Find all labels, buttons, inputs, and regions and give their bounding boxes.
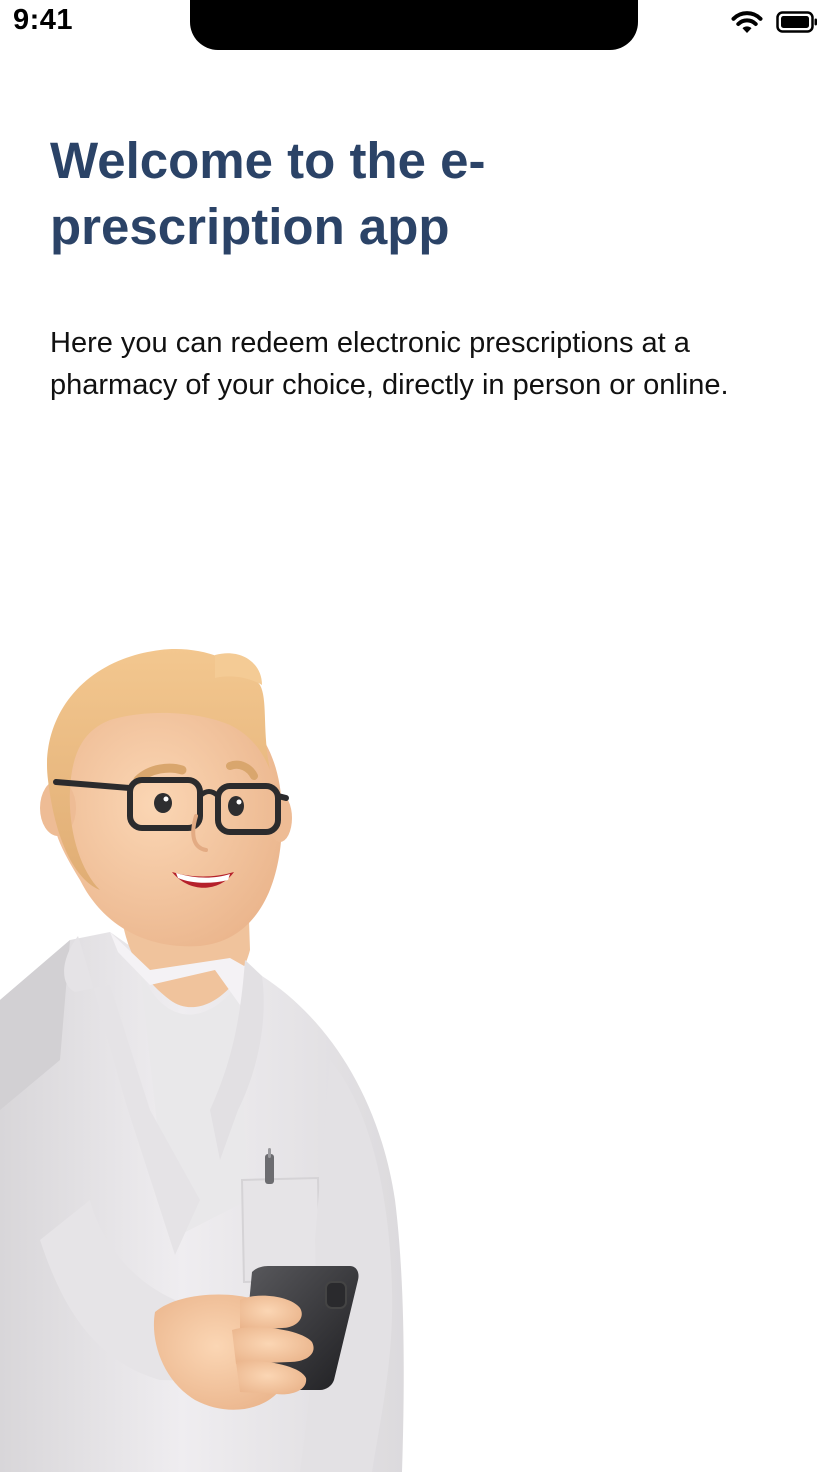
status-bar: 9:41 <box>0 0 828 50</box>
status-time: 9:41 <box>13 4 74 36</box>
intro-text: Here you can redeem electronic prescript… <box>50 327 729 401</box>
pharmacist-illustration <box>0 640 420 1472</box>
page-title: Welcome to the e-prescription app <box>50 132 486 255</box>
onboarding-screen: 9:41 Welcome to the e-prescription app H… <box>0 0 828 1472</box>
status-icons <box>730 8 818 36</box>
battery-icon <box>776 11 818 33</box>
wifi-icon <box>730 9 764 35</box>
camera-notch <box>190 0 638 50</box>
